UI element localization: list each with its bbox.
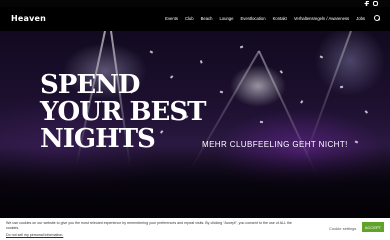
hero-tagline: MEHR CLUBFEELING GEHT NICHT!	[202, 140, 348, 149]
facebook-icon[interactable]	[364, 1, 369, 6]
cookie-settings-link[interactable]: Cookie settings	[329, 226, 356, 231]
headline-line: SPEND	[40, 70, 140, 100]
headline-line: YOUR BEST	[40, 97, 206, 127]
confetti	[219, 90, 224, 93]
accept-cookies-button[interactable]: ACCEPT	[362, 222, 384, 232]
social-links	[364, 1, 378, 6]
do-not-sell-link[interactable]: Do not sell my personal information.	[6, 233, 63, 237]
main-navbar: Heaven Events Club Beach Lounge Eventloc…	[0, 7, 390, 31]
top-bar	[0, 0, 390, 7]
cookie-banner: We use cookies on our website to give yo…	[0, 218, 390, 240]
confetti	[149, 50, 154, 54]
confetti	[259, 120, 264, 123]
site-logo[interactable]: Heaven	[11, 14, 46, 23]
confetti	[339, 85, 344, 88]
crowd-silhouette	[0, 148, 390, 218]
headline-line: NIGHTS	[40, 124, 156, 154]
menu-item-awareness[interactable]: Verhaltensregeln / Awareness	[294, 16, 349, 21]
confetti	[200, 60, 203, 64]
menu-item-events[interactable]: Events	[165, 16, 178, 21]
confetti	[239, 45, 244, 48]
menu-item-kontakt[interactable]: Kontakt	[273, 16, 287, 21]
menu-item-beach[interactable]: Beach	[201, 16, 213, 21]
confetti	[364, 110, 369, 114]
confetti	[279, 70, 284, 74]
menu-item-eventlocation[interactable]: Eventlocation	[240, 16, 265, 21]
menu-item-jobs[interactable]: Jobs	[356, 16, 365, 21]
main-menu: Events Club Beach Lounge Eventlocation K…	[165, 16, 365, 21]
confetti	[300, 100, 303, 104]
hero-headline: SPEND YOUR BEST NIGHTS	[40, 70, 206, 154]
menu-item-lounge[interactable]: Lounge	[219, 16, 233, 21]
cookie-text: We use cookies on our website to give yo…	[6, 221, 292, 230]
instagram-icon[interactable]	[373, 1, 378, 6]
confetti	[354, 140, 359, 143]
search-icon[interactable]	[374, 15, 380, 21]
confetti	[319, 55, 324, 59]
menu-item-club[interactable]: Club	[185, 16, 194, 21]
